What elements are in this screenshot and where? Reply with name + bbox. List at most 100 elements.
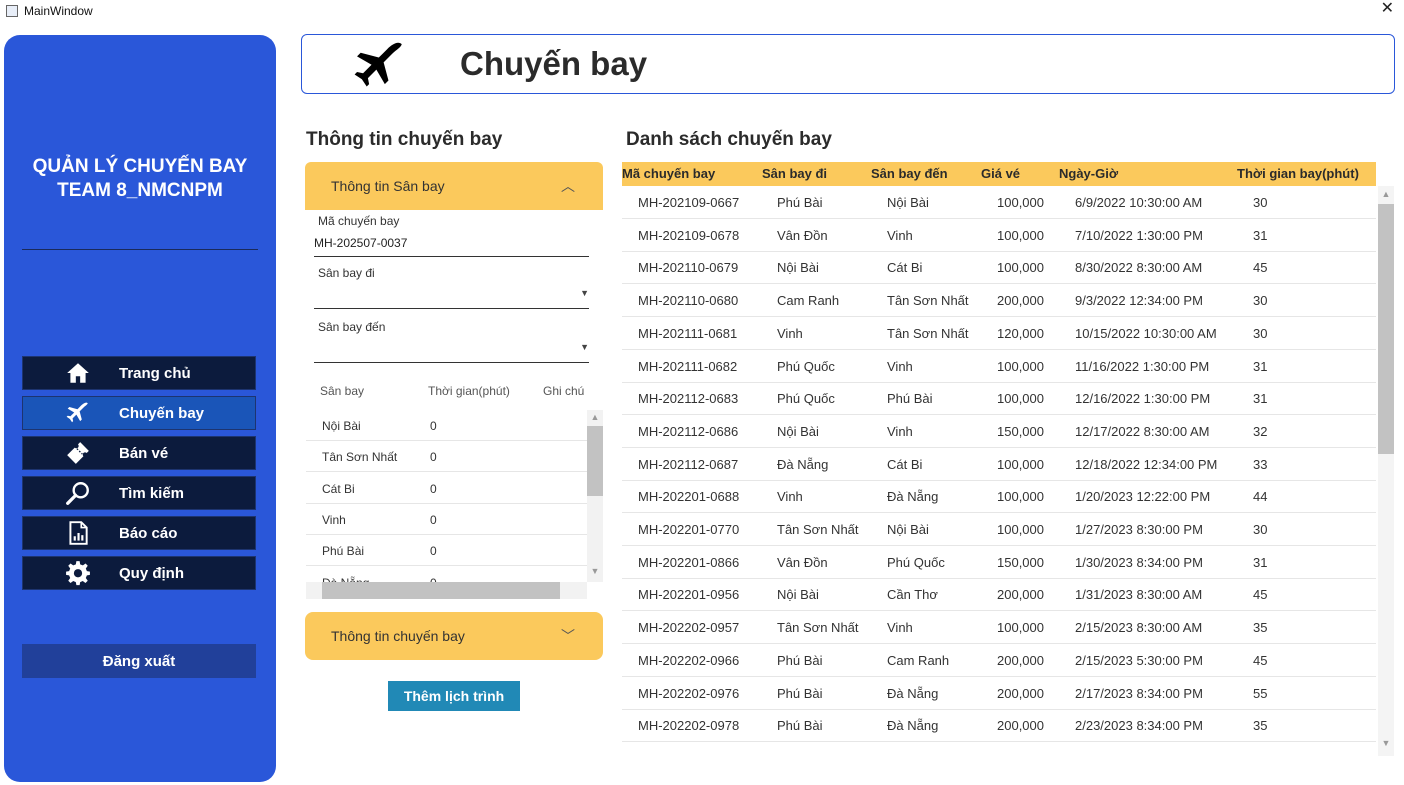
table-cell: 45 bbox=[1253, 587, 1268, 603]
table-cell: Nội Bài bbox=[887, 195, 929, 210]
table-cell: 11/16/2022 1:30:00 PM bbox=[1075, 358, 1210, 374]
scrollbar-thumb[interactable] bbox=[587, 426, 603, 496]
page-title: Chuyến bay bbox=[460, 45, 648, 82]
table-cell: 150,000 bbox=[997, 554, 1044, 570]
column-header[interactable]: Sân bay đi bbox=[762, 166, 827, 181]
table-row[interactable]: MH-202202-0966 Phú Bài Cam Ranh 200,000 2/15… bbox=[622, 644, 1376, 677]
table-row[interactable]: MH-202110-0680 Cam Ranh Tân Sơn Nhất 200,00… bbox=[622, 284, 1376, 318]
table-cell: 150,000 bbox=[997, 423, 1044, 439]
table-row[interactable]: MH-202112-0683 Phú Quốc Phú Bài 100,000 12/1… bbox=[622, 382, 1376, 416]
sidebar-item-tickets[interactable]: Bán vé bbox=[22, 436, 256, 470]
grid-cell: Vinh bbox=[322, 513, 346, 527]
table-cell: Cát Bi bbox=[887, 456, 923, 472]
column-header[interactable]: Mã chuyến bay bbox=[622, 166, 715, 181]
table-row[interactable]: MH-202111-0682 Phú Quốc Vinh 100,000 11/16/2… bbox=[622, 350, 1376, 383]
add-schedule-button[interactable]: Thêm lịch trình bbox=[388, 681, 520, 711]
sidebar-item-settings[interactable]: Quy định bbox=[22, 556, 256, 590]
scroll-down-icon[interactable]: ▼ bbox=[587, 566, 603, 576]
scrollbar-thumb[interactable] bbox=[322, 582, 560, 599]
grid-row[interactable]: Cát Bi 0 bbox=[306, 473, 587, 504]
table-cell: Nội Bài bbox=[887, 522, 929, 537]
table-row[interactable]: MH-202201-0956 Nội Bài Cần Thơ 200,000 1/31/… bbox=[622, 578, 1376, 612]
sidebar-item-home[interactable]: Trang chủ bbox=[22, 356, 256, 390]
grid-horizontal-scrollbar[interactable] bbox=[306, 582, 587, 599]
sidebar-item-search[interactable]: Tìm kiếm bbox=[22, 476, 256, 510]
table-row[interactable]: MH-202111-0681 Vinh Tân Sơn Nhất 120,000 10/… bbox=[622, 317, 1376, 350]
sidebar-item-reports[interactable]: Báo cáo bbox=[22, 516, 256, 550]
table-row[interactable]: MH-202109-0678 Vân Đồn Vinh 100,000 7/10/202… bbox=[622, 219, 1376, 252]
close-icon[interactable]: ✕ bbox=[1381, 0, 1394, 18]
table-cell: 100,000 bbox=[997, 620, 1044, 636]
ticket-icon bbox=[63, 440, 93, 466]
column-header[interactable]: Ngày-Giờ bbox=[1059, 166, 1118, 181]
left-panel-title: Thông tin chuyến bay bbox=[306, 129, 503, 150]
grid-row[interactable]: Tân Sơn Nhất 0 bbox=[306, 441, 587, 472]
table-row[interactable]: MH-202201-0688 Vinh Đà Nẵng 100,000 1/20/202… bbox=[622, 480, 1376, 514]
table-row[interactable]: MH-202112-0686 Nội Bài Vinh 150,000 12/17/20… bbox=[622, 415, 1376, 448]
table-cell: 31 bbox=[1253, 227, 1268, 243]
flight-info-expander[interactable]: Thông tin chuyến bay ﹀ bbox=[305, 612, 603, 660]
table-cell: MH-202201-0770 bbox=[638, 522, 740, 537]
brand-line1: QUẢN LÝ CHUYẾN BAY bbox=[32, 156, 248, 177]
table-row[interactable]: MH-202109-0667 Phú Bài Nội Bài 100,000 6/9/2… bbox=[622, 186, 1376, 219]
table-vertical-scrollbar[interactable]: ▲ ▼ bbox=[1378, 186, 1394, 756]
table-row[interactable]: MH-202110-0679 Nội Bài Cát Bi 100,000 8/30/2… bbox=[622, 251, 1376, 285]
table-cell: 31 bbox=[1253, 358, 1268, 374]
field-underline bbox=[314, 362, 589, 363]
grid-vertical-scrollbar[interactable]: ▲ ▼ bbox=[587, 410, 603, 582]
table-cell: MH-202201-0866 bbox=[638, 554, 740, 570]
table-cell: Phú Bài bbox=[887, 391, 933, 407]
table-row[interactable]: MH-202202-0976 Phú Bài Đà Nẵng 200,000 2/17/… bbox=[622, 677, 1376, 710]
table-cell: 1/27/2023 8:30:00 PM bbox=[1075, 522, 1203, 537]
scroll-up-icon[interactable]: ▲ bbox=[1378, 189, 1394, 199]
table-cell: 200,000 bbox=[997, 685, 1044, 701]
arrival-airport-value[interactable] bbox=[314, 342, 589, 360]
table-cell: 30 bbox=[1253, 522, 1268, 537]
grid-header[interactable]: Thời gian(phút) bbox=[428, 384, 510, 398]
grid-header[interactable]: Ghi chú bbox=[543, 384, 584, 398]
column-header[interactable]: Sân bay đến bbox=[871, 166, 948, 181]
stopover-grid: Sân bay Thời gian(phút) Ghi chú Nội Bài … bbox=[306, 378, 604, 600]
table-cell: 100,000 bbox=[997, 456, 1044, 472]
flight-code-field[interactable]: Mã chuyến bay MH-202507-0037 bbox=[314, 214, 589, 257]
column-header[interactable]: Thời gian bay(phút) bbox=[1237, 166, 1359, 181]
chevron-down-icon[interactable]: ▼ bbox=[580, 288, 589, 298]
table-cell: Vân Đồn bbox=[777, 554, 828, 570]
departure-airport-value[interactable] bbox=[314, 288, 589, 306]
field-underline bbox=[314, 256, 589, 257]
table-cell: 200,000 bbox=[997, 587, 1044, 603]
grid-row[interactable]: Phú Bài 0 bbox=[306, 535, 587, 566]
sidebar-item-flights[interactable]: Chuyến bay bbox=[22, 396, 256, 430]
arrival-airport-field[interactable]: Sân bay đến ▼ bbox=[314, 320, 589, 363]
table-row[interactable]: MH-202202-0978 Phú Bài Đà Nẵng 200,000 2/23/… bbox=[622, 709, 1376, 743]
grid-header[interactable]: Sân bay bbox=[320, 384, 364, 398]
scroll-up-icon[interactable]: ▲ bbox=[587, 412, 603, 422]
table-cell: MH-202202-0966 bbox=[638, 652, 740, 668]
chevron-down-icon[interactable]: ▼ bbox=[580, 342, 589, 352]
table-row[interactable]: MH-202112-0687 Đà Nẵng Cát Bi 100,000 12/18/… bbox=[622, 448, 1376, 481]
grid-cell: 0 bbox=[430, 482, 437, 496]
column-header[interactable]: Giá vé bbox=[981, 166, 1020, 181]
scroll-down-icon[interactable]: ▼ bbox=[1378, 738, 1394, 748]
flight-code-label: Mã chuyến bay bbox=[318, 214, 400, 228]
table-cell: 7/10/2022 1:30:00 PM bbox=[1075, 227, 1203, 243]
expander-label: Thông tin chuyến bay bbox=[331, 628, 465, 644]
table-row[interactable]: MH-202201-0866 Vân Đồn Phú Quốc 150,000 1/30… bbox=[622, 546, 1376, 579]
table-row[interactable]: MH-202201-0770 Tân Sơn Nhất Nội Bài 100,000… bbox=[622, 513, 1376, 546]
table-cell: 55 bbox=[1253, 685, 1268, 701]
departure-airport-field[interactable]: Sân bay đi ▼ bbox=[314, 266, 589, 309]
table-cell: Vân Đồn bbox=[777, 227, 828, 243]
table-cell: Nội Bài bbox=[777, 423, 819, 439]
grid-row[interactable]: Nội Bài 0 bbox=[306, 410, 587, 441]
scrollbar-thumb[interactable] bbox=[1378, 204, 1394, 454]
flight-code-value[interactable]: MH-202507-0037 bbox=[314, 236, 589, 254]
table-cell: 100,000 bbox=[997, 391, 1044, 407]
field-underline bbox=[314, 308, 589, 309]
arrival-airport-label: Sân bay đến bbox=[318, 320, 386, 334]
logout-button[interactable]: Đăng xuất bbox=[22, 644, 256, 678]
airport-info-expander[interactable]: Thông tin Sân bay ︿ bbox=[305, 162, 603, 210]
grid-row[interactable]: Vinh 0 bbox=[306, 504, 587, 535]
table-cell: MH-202202-0978 bbox=[638, 718, 740, 734]
table-row[interactable]: MH-202202-0957 Tân Sơn Nhất Vinh 100,000 2/1… bbox=[622, 611, 1376, 645]
table-cell: Nội Bài bbox=[777, 587, 819, 603]
